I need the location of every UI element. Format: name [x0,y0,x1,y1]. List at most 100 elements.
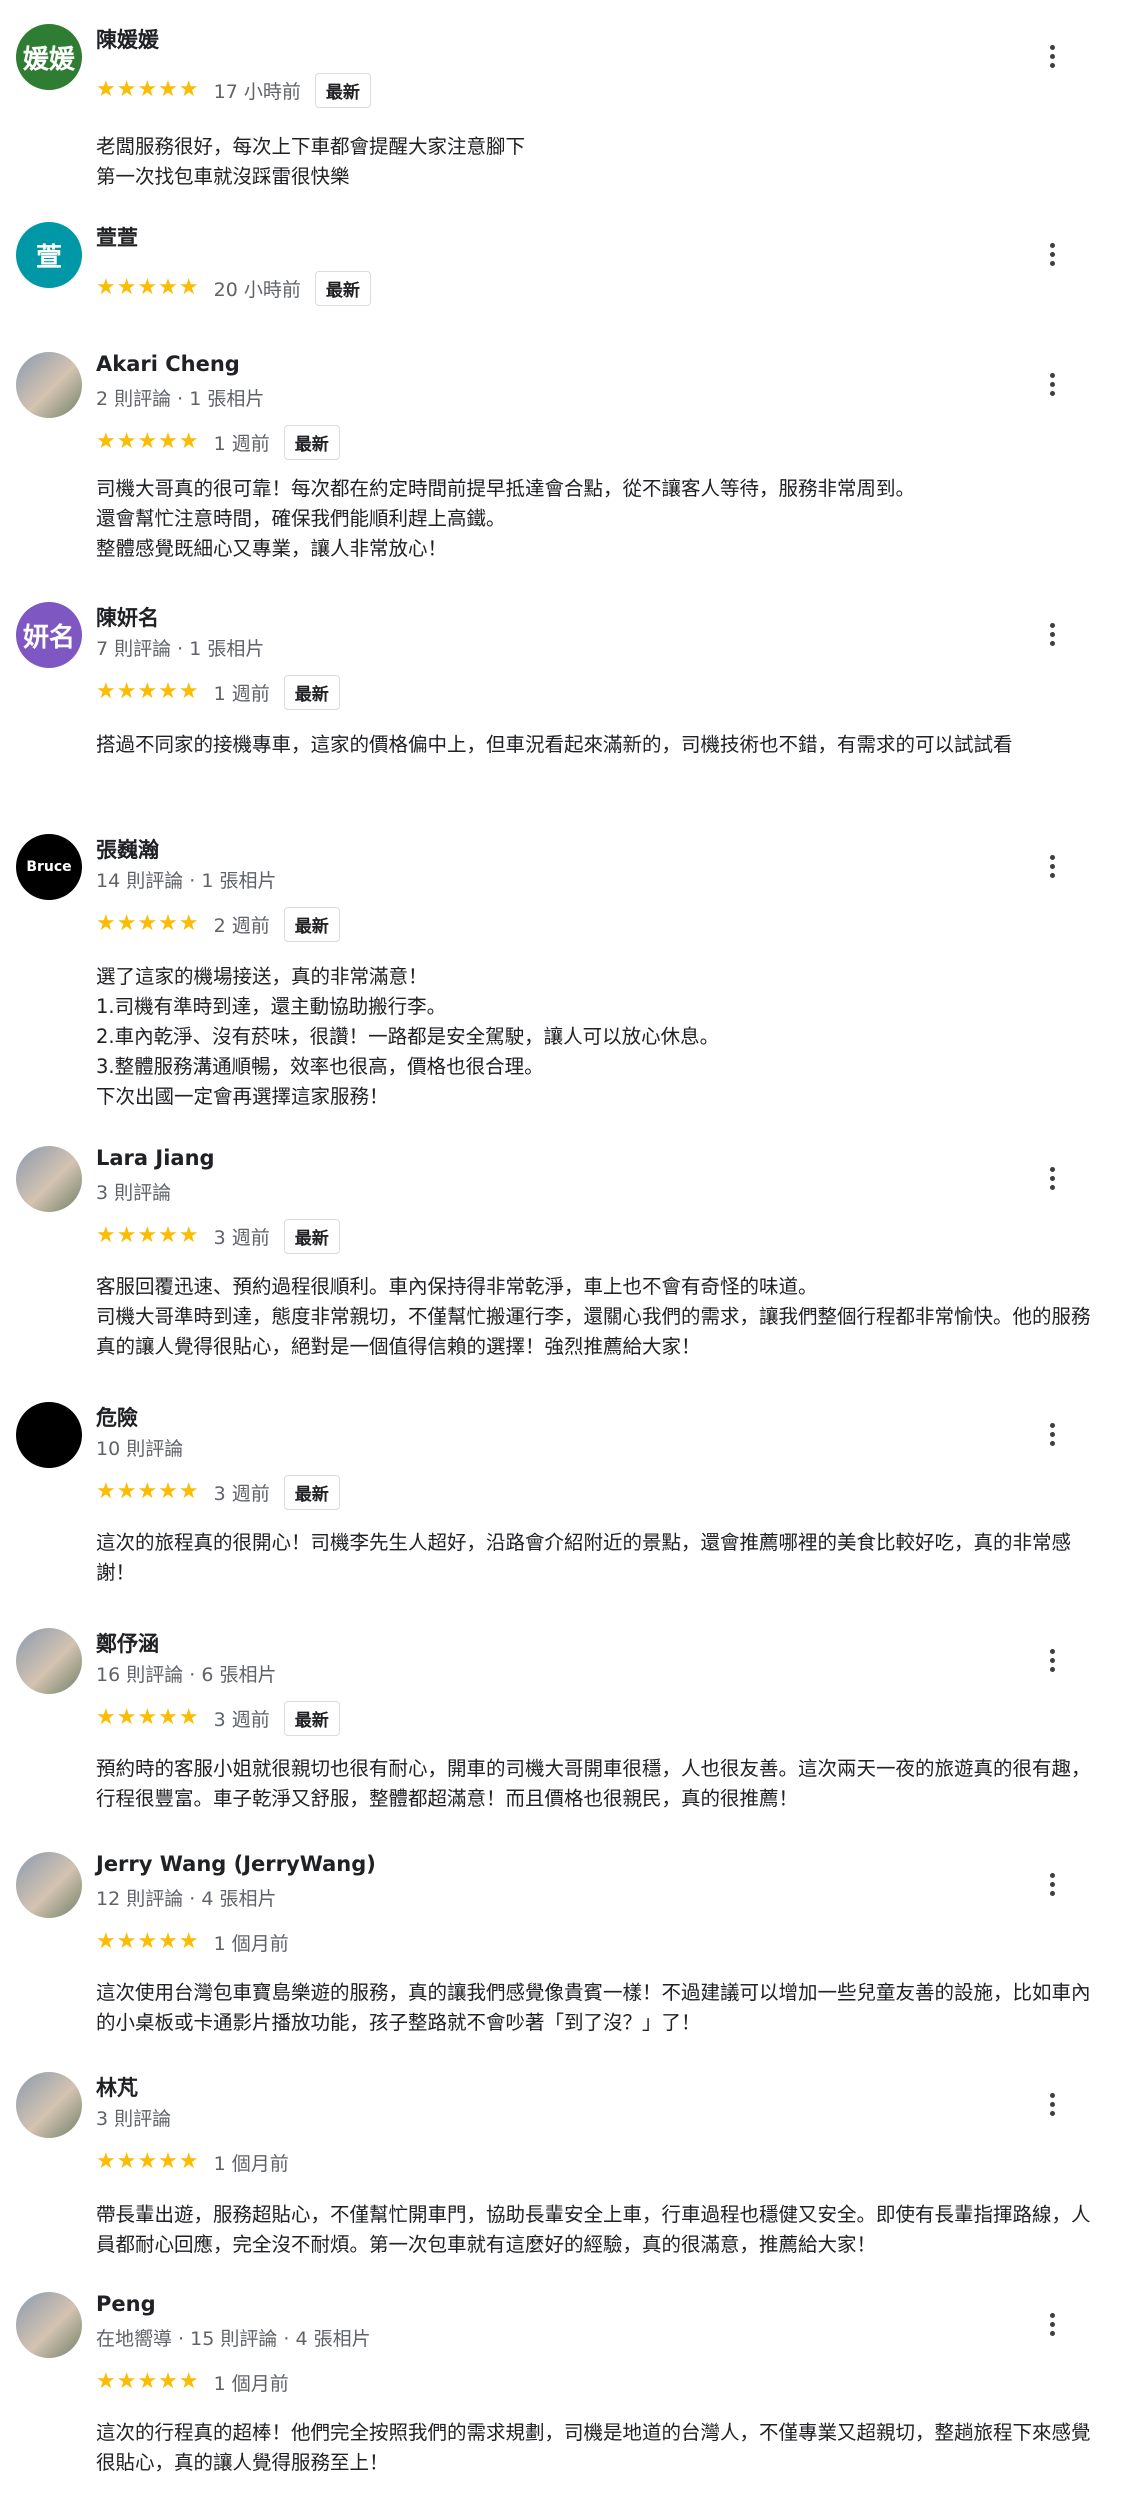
reviewer-avatar[interactable] [16,2072,82,2138]
review-time: 20 小時前 [213,278,301,301]
star-rating: ★★★★★ [96,275,200,300]
review-text: 預約時的客服小姐就很親切也很有耐心，開車的司機大哥開車很穩，人也很友善。這次兩天… [96,1757,1091,1810]
rating-row: ★★★★★ 3 週前 最新 [96,1474,340,1510]
reviewer-avatar[interactable] [16,1628,82,1694]
reviewer-name[interactable]: 陳媛媛 [96,24,159,54]
newest-badge: 最新 [283,906,340,942]
review-text: 司機大哥真的很可靠！每次都在約定時間前提早抵達會合點，從不讓客人等待，服務非常周… [96,477,916,560]
more-options-icon[interactable] [1040,234,1064,274]
more-options-dot [1049,863,1055,869]
star-rating: ★★★★★ [96,1479,200,1504]
more-options-icon[interactable] [1040,1640,1064,1680]
reviewer-avatar[interactable]: 妍名 [16,602,82,668]
more-options-dot [1049,640,1055,646]
more-options-dot [1049,622,1055,628]
reviewer-name[interactable]: 鄭伃涵 [96,1628,159,1658]
reviewer-stats: 7 則評論 · 1 張相片 [96,638,265,660]
more-options-dot [1049,1666,1055,1672]
rating-row: ★★★★★ 1 週前 最新 [96,674,340,710]
newest-badge: 最新 [283,1474,340,1510]
more-options-dot [1049,1657,1055,1663]
star-rating: ★★★★★ [96,679,200,704]
reviewer-stats: 12 則評論 · 4 張相片 [96,1888,277,1910]
star-rating: ★★★★★ [96,1705,200,1730]
more-options-icon[interactable] [1040,1158,1064,1198]
review-time: 1 週前 [213,682,270,705]
reviews-list: 媛媛 陳媛媛 ★★★★★ 17 小時前 最新 老闆服務很好，每次上下車都會提醒大家注意腳下… [0,0,1123,2506]
review-time: 3 週前 [213,1226,270,1249]
rating-row: ★★★★★ 1 個月前 [96,2364,289,2400]
more-options-dot [1049,53,1055,59]
reviewer-avatar[interactable]: 媛媛 [16,24,82,90]
more-options-icon[interactable] [1040,364,1064,404]
review-time: 3 週前 [213,1482,270,1505]
review-time: 1 個月前 [213,2152,289,2175]
more-options-dot [1049,2110,1055,2116]
star-rating: ★★★★★ [96,2369,200,2394]
reviewer-avatar[interactable] [16,1402,82,1468]
reviewer-avatar[interactable]: 萱 [16,222,82,288]
more-options-dot [1049,854,1055,860]
reviewer-avatar[interactable] [16,1146,82,1212]
reviewer-avatar[interactable]: Bruce [16,834,82,900]
more-options-dot [1049,1431,1055,1437]
review-time: 1 個月前 [213,1932,289,1955]
reviewer-avatar[interactable] [16,2292,82,2358]
reviewer-stats: 10 則評論 [96,1438,184,1460]
more-options-dot [1049,631,1055,637]
star-rating: ★★★★★ [96,429,200,454]
reviewer-stats: 在地嚮導 · 15 則評論 · 4 張相片 [96,2328,371,2350]
reviewer-stats: 3 則評論 [96,2108,172,2130]
star-rating: ★★★★★ [96,77,200,102]
rating-row: ★★★★★ 20 小時前 最新 [96,270,371,306]
rating-row: ★★★★★ 3 週前 最新 [96,1700,340,1736]
newest-badge: 最新 [283,674,340,710]
more-options-icon[interactable] [1040,2084,1064,2124]
reviewer-name[interactable]: 萱萱 [96,222,138,252]
review-text: 搭過不同家的接機專車，這家的價格偏中上，但車況看起來滿新的，司機技術也不錯，有需… [96,733,1013,756]
more-options-icon[interactable] [1040,2304,1064,2344]
reviewer-name[interactable]: 陳妍名 [96,602,159,632]
review-text: 這次使用台灣包車寶島樂遊的服務，真的讓我們感覺像貴賓一樣！不過建議可以增加一些兒… [96,1981,1091,2034]
more-options-dot [1049,1440,1055,1446]
review-time: 2 週前 [213,914,270,937]
star-rating: ★★★★★ [96,2149,200,2174]
reviewer-name[interactable]: 林芃 [96,2072,138,2102]
review-text: 選了這家的機場接送，真的非常滿意！ 1.司機有準時到達，還主動協助搬行李。 2.… [96,965,720,1108]
review-time: 17 小時前 [213,80,301,103]
more-options-icon[interactable] [1040,36,1064,76]
review-time: 3 週前 [213,1708,270,1731]
more-options-icon[interactable] [1040,1864,1064,1904]
newest-badge: 最新 [314,270,371,306]
reviewer-avatar[interactable] [16,1852,82,1918]
reviewer-name[interactable]: 張巍瀚 [96,834,159,864]
more-options-icon[interactable] [1040,846,1064,886]
reviewer-avatar[interactable] [16,352,82,418]
more-options-dot [1049,372,1055,378]
more-options-dot [1049,1166,1055,1172]
rating-row: ★★★★★ 1 個月前 [96,1924,289,1960]
more-options-icon[interactable] [1040,1414,1064,1454]
reviewer-name[interactable]: 危險 [96,1402,138,1432]
more-options-icon[interactable] [1040,614,1064,654]
more-options-dot [1049,44,1055,50]
more-options-dot [1049,2321,1055,2327]
reviewer-name[interactable]: Akari Cheng [96,352,240,376]
more-options-dot [1049,381,1055,387]
reviewer-name[interactable]: Jerry Wang (JerryWang) [96,1852,376,1876]
star-rating: ★★★★★ [96,911,200,936]
more-options-dot [1049,62,1055,68]
star-rating: ★★★★★ [96,1223,200,1248]
reviewer-name[interactable]: Peng [96,2292,156,2316]
more-options-dot [1049,1648,1055,1654]
more-options-dot [1049,1184,1055,1190]
more-options-dot [1049,242,1055,248]
more-options-dot [1049,1175,1055,1181]
reviewer-stats: 3 則評論 [96,1182,172,1204]
rating-row: ★★★★★ 1 個月前 [96,2144,289,2180]
newest-badge: 最新 [314,72,371,108]
newest-badge: 最新 [283,424,340,460]
more-options-dot [1049,2330,1055,2336]
reviewer-name[interactable]: Lara Jiang [96,1146,215,1170]
review-text: 帶長輩出遊，服務超貼心，不僅幫忙開車門，協助長輩安全上車，行車過程也穩健又安全。… [96,2203,1091,2256]
